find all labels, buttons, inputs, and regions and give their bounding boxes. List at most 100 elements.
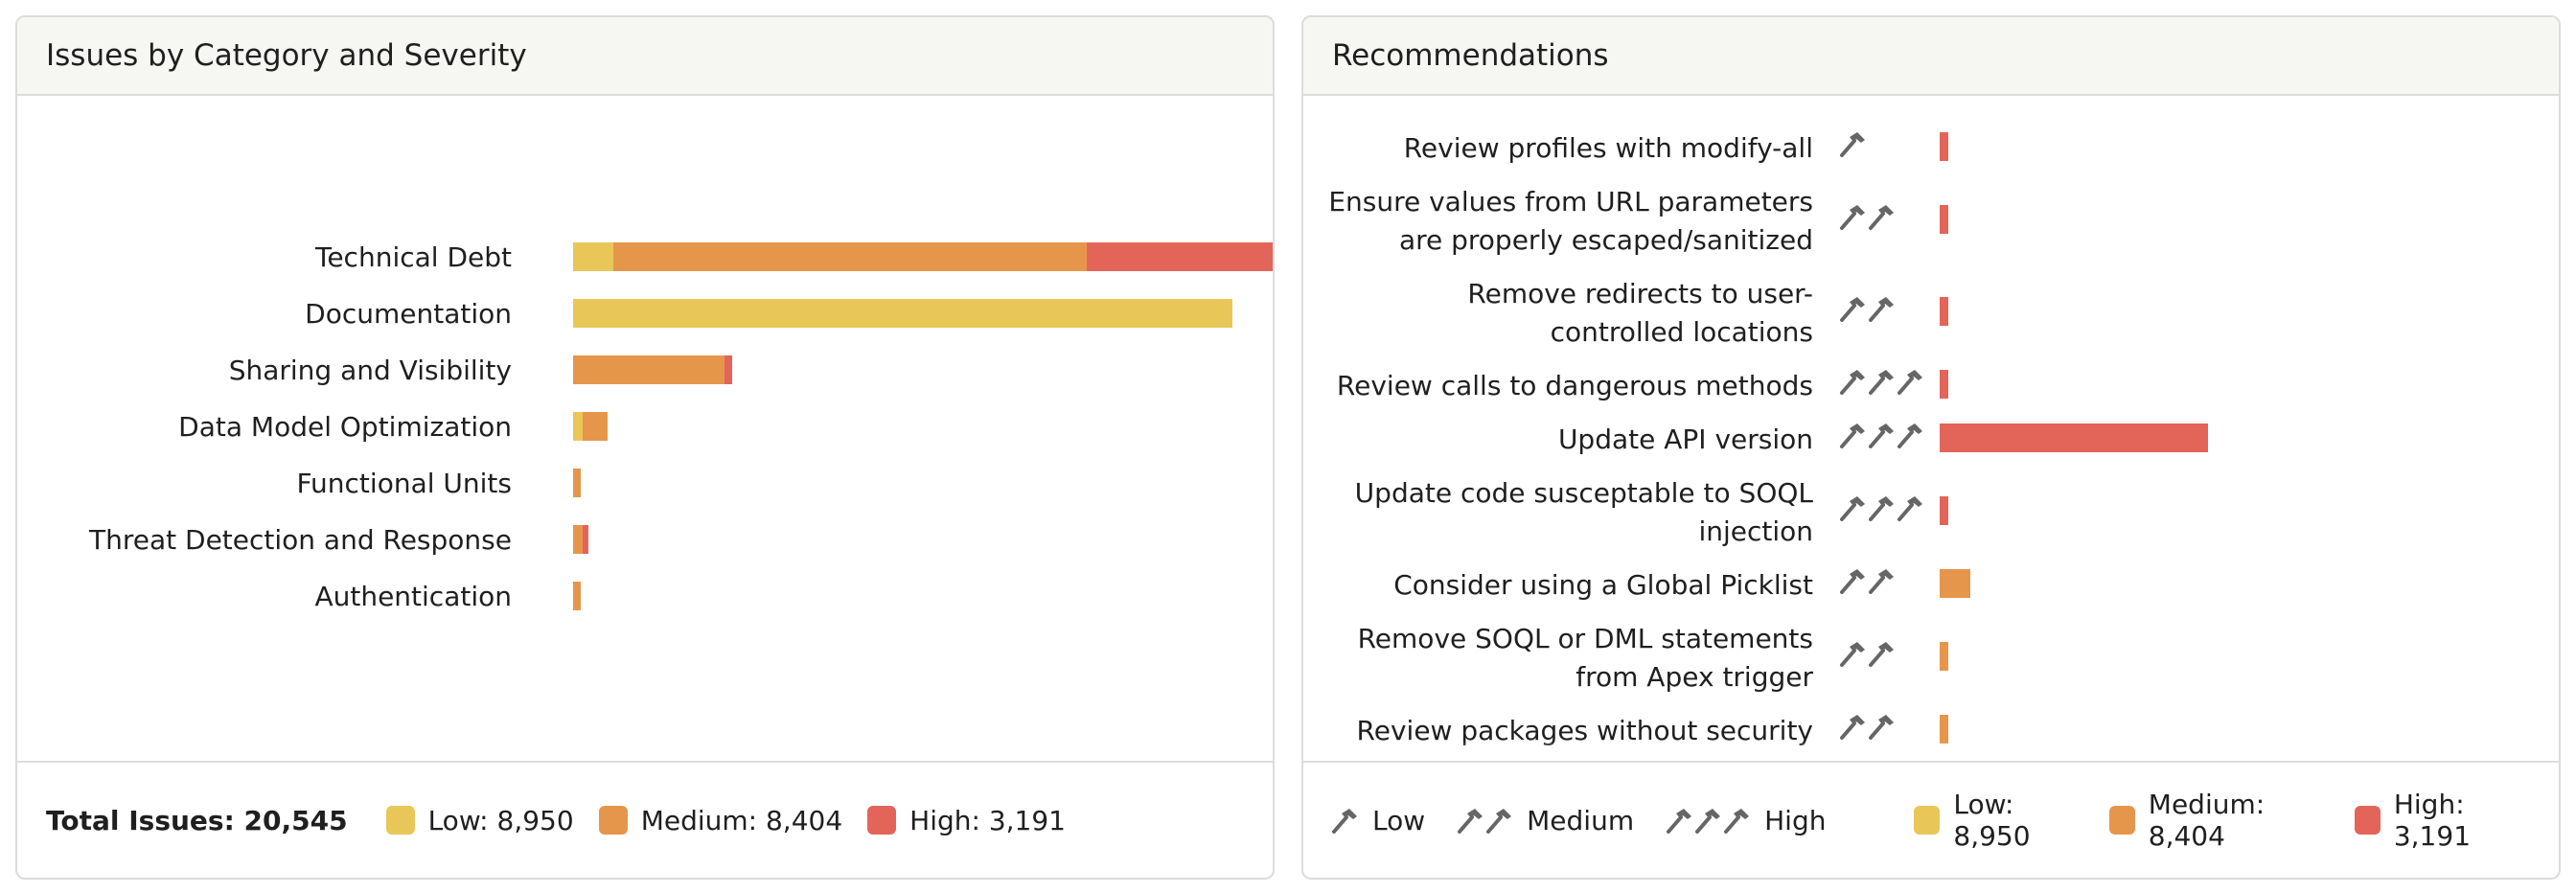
recommendations-chart-svg: Review profiles with modify-all Ensure va… xyxy=(1328,132,2208,746)
recommendation-bar[interactable] xyxy=(1940,569,1970,598)
recommendations-panel-title: Recommendations xyxy=(1332,38,1609,73)
bar-technical-debt-low[interactable] xyxy=(573,242,613,271)
recommendation-bar[interactable] xyxy=(1940,205,1948,234)
issues-panel-title: Issues by Category and Severity xyxy=(46,38,527,73)
recommendation-bar[interactable] xyxy=(1940,715,1948,744)
legend-swatch xyxy=(1914,806,1941,835)
effort-hammers-icon xyxy=(1667,809,1750,834)
category-label-threat-detection-and-response: Threat Detection and Response xyxy=(88,524,512,556)
effort-legend-low: Low xyxy=(1332,805,1425,836)
legend-item-high[interactable]: High: 3,191 xyxy=(2354,789,2534,852)
category-label-documentation: Documentation xyxy=(305,298,512,330)
hammer-icon xyxy=(1898,496,1922,521)
hammer-icon xyxy=(1869,205,1894,230)
category-label-data-model-optimization: Data Model Optimization xyxy=(178,411,512,443)
legend-swatch xyxy=(385,806,415,835)
bar-data-model-optimization-medium[interactable] xyxy=(583,412,608,441)
hammer-icon xyxy=(1840,715,1865,740)
severity-legend: Low: 8,950 Medium: 8,404 High: 3,191 xyxy=(385,804,1091,836)
bar-authentication-medium[interactable] xyxy=(573,582,581,610)
legend-label: Low: 8,950 xyxy=(427,804,574,836)
legend-swatch xyxy=(2354,806,2380,835)
hammer-icon xyxy=(1840,132,1865,157)
legend-item-low[interactable]: Low: 8,950 xyxy=(1914,789,2083,852)
legend-label: High: 3,191 xyxy=(2393,789,2472,852)
effort-legend-high: High xyxy=(1667,805,1826,836)
effort-hammers-icon xyxy=(1458,809,1512,834)
hammer-icon xyxy=(1840,297,1865,322)
severity-legend: Low: 8,950 Medium: 8,404 High: 3,191 xyxy=(1914,789,2559,852)
category-label-technical-debt: Technical Debt xyxy=(314,241,512,273)
recommendation-label: Update API version xyxy=(1558,424,1813,455)
bar-sharing-and-visibility-high[interactable] xyxy=(724,355,732,384)
hammer-icon xyxy=(1869,297,1894,322)
recommendations-panel-header: Recommendations xyxy=(1303,17,2559,96)
recommendation-bar[interactable] xyxy=(1940,370,1948,399)
hammer-icon xyxy=(1869,496,1894,521)
effort-legend-medium: Medium xyxy=(1458,805,1634,836)
legend-label: High: 3,191 xyxy=(909,804,1066,836)
bar-functional-units-medium[interactable] xyxy=(573,469,581,497)
legend-label: Medium: 8,404 xyxy=(2148,789,2266,852)
recommendation-label: Update code susceptable to SOQL xyxy=(1355,477,1814,509)
hammer-icon xyxy=(1869,370,1894,395)
recommendation-bar[interactable] xyxy=(1940,297,1948,326)
hammer-icon xyxy=(1840,424,1865,448)
hammer-icon xyxy=(1695,809,1721,834)
hammer-icon xyxy=(1332,809,1357,834)
hammer-icon xyxy=(1840,205,1865,230)
legend-item-high[interactable]: High: 3,191 xyxy=(867,805,1066,836)
recommendation-bar[interactable] xyxy=(1940,496,1948,525)
hammer-icon xyxy=(1458,809,1484,834)
legend-item-low[interactable]: Low: 8,950 xyxy=(385,804,574,836)
effort-legend: Low Medium High xyxy=(1332,805,1858,836)
issues-chart: Technical Debt Documentation Sharing and V… xyxy=(17,96,1273,761)
hammer-icon xyxy=(1486,809,1512,834)
bar-threat-detection-and-response-high[interactable] xyxy=(583,525,588,554)
category-label-sharing-and-visibility: Sharing and Visibility xyxy=(229,355,512,386)
legend-swatch xyxy=(867,806,897,835)
recommendation-label: Review packages without security xyxy=(1357,715,1813,746)
legend-item-medium[interactable]: Medium: 8,404 xyxy=(598,804,843,836)
recommendation-bar[interactable] xyxy=(1940,132,1948,161)
recommendation-label: Remove SOQL or DML statements xyxy=(1358,623,1813,654)
recommendation-label: are properly escaped/sanitized xyxy=(1399,224,1813,256)
recommendations-panel: Recommendations Review profiles with mod… xyxy=(1301,15,2561,880)
recommendations-panel-footer: Low Medium High Low: 8,950 Medium: 8,404 Hig… xyxy=(1303,761,2559,878)
recommendations-chart[interactable]: Review profiles with modify-all Ensure va… xyxy=(1303,96,2559,761)
hammer-icon xyxy=(1667,809,1692,834)
bar-documentation-low[interactable] xyxy=(573,299,1232,328)
effort-legend-label: Low xyxy=(1372,804,1426,836)
bar-technical-debt-high[interactable] xyxy=(1087,242,1273,271)
bar-data-model-optimization-low[interactable] xyxy=(573,412,583,441)
recommendation-label: Ensure values from URL parameters xyxy=(1328,186,1813,218)
legend-item-medium[interactable]: Medium: 8,404 xyxy=(2108,789,2330,852)
issues-panel: Issues by Category and Severity Technica… xyxy=(15,15,1275,880)
hammer-icon xyxy=(1840,569,1865,594)
recommendation-bar[interactable] xyxy=(1940,424,2208,452)
category-label-authentication: Authentication xyxy=(314,581,512,612)
hammer-icon xyxy=(1840,370,1865,395)
effort-legend-label: High xyxy=(1764,804,1827,836)
hammer-icon xyxy=(1898,424,1922,448)
issues-chart-svg: Technical Debt Documentation Sharing and V… xyxy=(88,241,1273,612)
bar-threat-detection-and-response-medium[interactable] xyxy=(573,525,583,554)
recommendation-label: from Apex trigger xyxy=(1576,661,1813,693)
recommendation-bar[interactable] xyxy=(1940,642,1948,671)
hammer-icon xyxy=(1840,496,1865,521)
recommendation-label: Review profiles with modify-all xyxy=(1404,132,1813,164)
effort-legend-label: Medium xyxy=(1527,804,1635,836)
recommendation-label: injection xyxy=(1698,515,1813,547)
total-issues: Total Issues: 20,545 xyxy=(46,804,348,836)
legend-swatch xyxy=(2108,806,2135,835)
bar-technical-debt-medium[interactable] xyxy=(613,242,1087,271)
hammer-icon xyxy=(1869,424,1894,448)
issues-panel-header: Issues by Category and Severity xyxy=(17,17,1273,96)
hammer-icon xyxy=(1898,370,1922,395)
bar-sharing-and-visibility-medium[interactable] xyxy=(573,355,724,384)
legend-label: Medium: 8,404 xyxy=(640,804,843,836)
recommendation-label: controlled locations xyxy=(1551,316,1813,348)
hammer-icon xyxy=(1869,715,1894,740)
issues-panel-footer: Total Issues: 20,545 Low: 8,950 Medium: 8… xyxy=(17,761,1273,878)
legend-swatch xyxy=(598,806,628,835)
